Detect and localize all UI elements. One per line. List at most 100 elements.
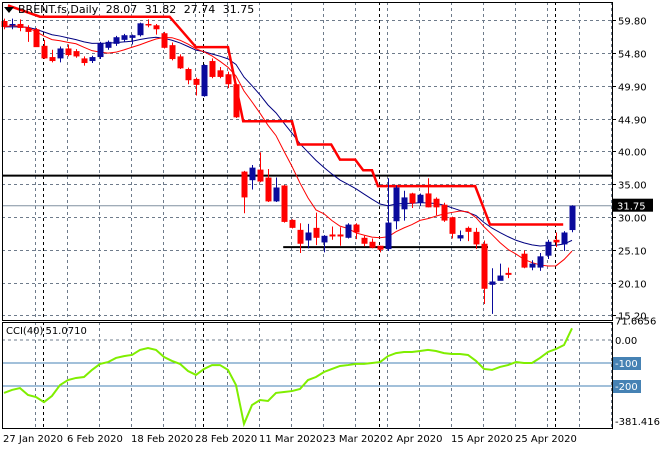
candle-bear <box>81 58 88 64</box>
candle-bull <box>345 224 352 238</box>
candle-bear <box>329 234 336 237</box>
cci-axis-label: -381.416 <box>615 417 660 428</box>
candle-bull <box>417 194 424 203</box>
cci-axis-label: 71.6656 <box>615 317 656 328</box>
date-axis-label: 15 Apr 2020 <box>451 434 513 445</box>
candle-bear <box>153 25 160 30</box>
candle-bear <box>65 48 72 56</box>
price-axis-label: 20.10 <box>618 280 647 291</box>
candle-bear <box>377 245 384 250</box>
candle-bull <box>321 235 328 243</box>
candle-bear <box>209 61 216 77</box>
price-axis-label: 35.00 <box>618 181 647 192</box>
close-value: 31.75 <box>222 3 255 16</box>
candle-bear <box>233 84 240 118</box>
candle-bear <box>33 29 40 48</box>
candle-bull <box>129 35 136 38</box>
candle-bull <box>401 197 408 210</box>
candle-bear <box>145 23 152 26</box>
candle-bear <box>297 229 304 244</box>
date-axis-label: 18 Feb 2020 <box>131 434 193 445</box>
candle-bull <box>273 187 280 202</box>
date-axis-label: 6 Feb 2020 <box>67 434 123 445</box>
candle-bear <box>505 272 512 275</box>
cci-axis-label: 0.00 <box>615 336 637 347</box>
date-axis-label: 25 Apr 2020 <box>515 434 577 445</box>
candle-bear <box>521 253 528 268</box>
candle-bear <box>217 70 224 77</box>
cci-axis-label: -100 <box>615 359 638 370</box>
low-value: 27.74 <box>183 3 216 16</box>
candle-bull <box>121 35 128 40</box>
price-axis-label: 30.00 <box>618 214 647 225</box>
candle-bear <box>41 45 48 59</box>
cci-header: CCI(40) 51.0710 <box>6 326 89 337</box>
cci-panel-frame <box>2 322 613 429</box>
candle-bear <box>25 27 32 32</box>
candle-bear <box>425 193 432 208</box>
candle-bull <box>57 48 64 59</box>
candle-bear <box>465 227 472 232</box>
cci-name: CCI(40) <box>6 326 44 337</box>
candle-bull <box>305 232 312 241</box>
candle-bear <box>441 204 448 221</box>
date-axis-label: 2 Apr 2020 <box>387 434 442 445</box>
dropdown-triangle-icon[interactable] <box>4 7 14 13</box>
candle-bull <box>529 263 536 268</box>
candle-bear <box>449 217 456 234</box>
open-value: 28.07 <box>105 3 138 16</box>
main-panel-frame <box>2 2 613 321</box>
sma-line-red <box>3 24 573 267</box>
candle-bear <box>281 185 288 222</box>
date-axis-label: 11 Mar 2020 <box>259 434 322 445</box>
candle-bull <box>497 275 504 281</box>
symbol-label: BRENT.fs,Daily <box>18 3 99 16</box>
candle-bull <box>385 222 392 250</box>
candle-bear <box>361 237 368 244</box>
candle-bear <box>313 227 320 238</box>
candle-bear <box>481 243 488 289</box>
cci-axis-label: -200 <box>615 382 638 393</box>
candle-bear <box>433 198 440 208</box>
candle-bear <box>257 169 264 182</box>
date-axis-label: 23 Mar 2020 <box>323 434 386 445</box>
candle-bull <box>537 256 544 268</box>
candle-bear <box>265 177 272 202</box>
candle-bear <box>409 193 416 204</box>
price-chart[interactable]: 59.80 54.80 49.90 44.90 40.00 35.00 30.00 25.10… <box>0 0 660 450</box>
cci-line <box>3 327 573 428</box>
candle-bull <box>249 167 256 181</box>
candle-bear <box>369 241 376 248</box>
date-axis-label: 27 Jan 2020 <box>3 434 63 445</box>
candle-bull <box>569 205 576 231</box>
candle-bear <box>193 78 200 85</box>
candle-bear <box>185 68 192 81</box>
date-axis-label: 28 Feb 2020 <box>195 434 257 445</box>
candle-bear <box>553 239 560 243</box>
candle-bull <box>137 23 144 36</box>
candle-bull <box>9 23 16 26</box>
price-axis-label: 59.80 <box>618 17 647 28</box>
candle-bear <box>177 56 184 69</box>
price-axis-label: 54.80 <box>618 50 647 61</box>
candle-bear <box>473 231 480 245</box>
candle-bull <box>113 37 120 44</box>
candle-bull <box>457 235 464 239</box>
candle-bull <box>105 41 112 48</box>
candle-bull <box>393 187 400 222</box>
high-value: 31.82 <box>144 3 177 16</box>
candle-bear <box>241 171 248 198</box>
candle-bear <box>353 224 360 233</box>
candle-bull <box>89 57 96 62</box>
cci-value: 51.0710 <box>45 326 87 337</box>
candle-bear <box>225 74 232 85</box>
chart-header: BRENT.fs,Daily 28.07 31.82 27.74 31.75 <box>4 3 258 16</box>
candle-bear <box>17 23 24 28</box>
price-axis-label: 25.10 <box>618 247 647 258</box>
candle-bull <box>97 43 104 58</box>
candle-bear <box>161 33 168 48</box>
candle-bear <box>49 57 56 62</box>
candle-bear <box>73 51 80 57</box>
price-axis-label: 44.90 <box>618 116 647 127</box>
candle-bear <box>169 45 176 60</box>
